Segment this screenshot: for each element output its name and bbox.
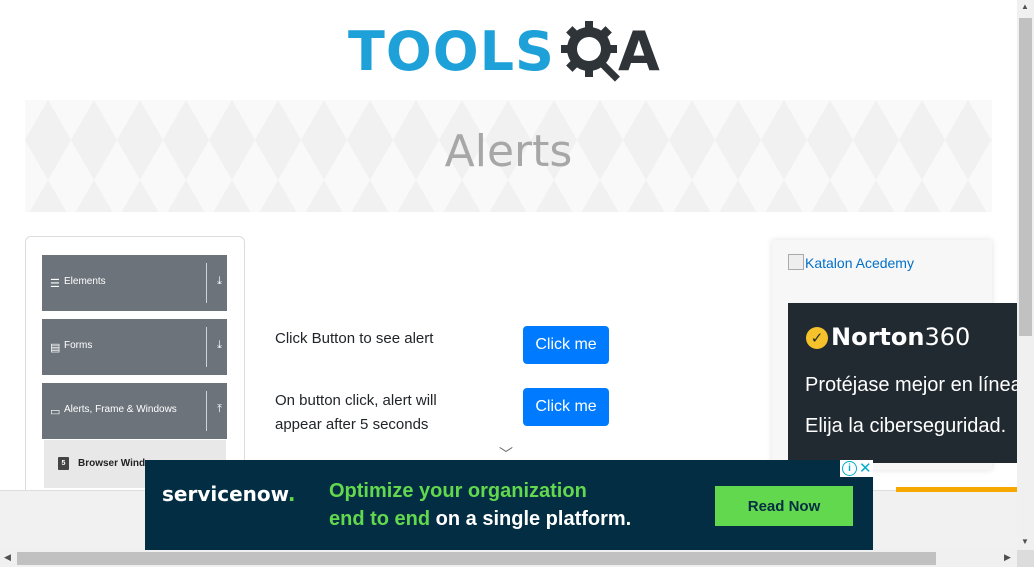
sidebar-group-label: Alerts, Frame & Windows [64,404,177,415]
page-title: Alerts [444,126,573,177]
close-icon[interactable]: ✕ [859,459,872,477]
form-icon: ▤ [50,342,61,354]
alert-button[interactable]: Click me [523,326,609,364]
katalon-ad-alt-text: Katalon Acedemy [805,255,914,271]
broken-image-icon [788,254,804,270]
norton-ad[interactable]: ✓ Norton360 Protéjase mejor en línea Elij… [788,303,1017,463]
horizontal-scrollbar[interactable]: ◀ ▶ [0,550,1017,567]
timer-alert-button[interactable]: Click me [523,388,609,426]
page-banner: Alerts [25,100,992,212]
html5-icon: 5 [58,457,69,470]
logo-a-text: A [618,20,660,83]
download-arrow-icon: ⤓ [217,339,222,351]
ad-info-icon[interactable]: i [842,461,857,476]
ad-choices-controls: i ✕ [840,460,873,477]
servicenow-logo: servicenow. [162,482,296,506]
scroll-right-icon[interactable]: ▶ [1004,552,1011,563]
scroll-up-icon[interactable]: ▲ [1021,2,1029,11]
sidebar-group-forms[interactable]: ▤ Forms ⤓ [42,319,227,375]
window-icon: ▭ [50,406,61,418]
servicenow-ad-line1: Optimize your organization [329,480,587,502]
alert-row-label: Click Button to see alert [275,330,434,347]
katalon-ad-link[interactable]: Katalon Acedemy [788,254,914,271]
download-arrow-icon: ⤓ [217,275,222,287]
upload-arrow-icon: ⤒ [217,403,222,415]
norton-ad-line1: Protéjase mejor en línea [805,374,1017,396]
logo-tools-text: TOOLS [348,20,555,83]
sidebar-group-label: Elements [64,276,106,287]
gear-magnifier-icon [561,21,620,82]
divider [206,391,207,431]
sidebar-group-elements[interactable]: ☰ Elements ⤓ [42,255,227,311]
divider [206,327,207,367]
read-now-button[interactable]: Read Now [715,486,853,526]
orange-accent-bar [896,487,1017,492]
servicenow-ad[interactable]: servicenow. Optimize your organization e… [145,460,873,550]
sidebar-group-alerts-frame-windows[interactable]: ▭ Alerts, Frame & Windows ⤒ [42,383,227,439]
checkmark-icon: ✓ [806,327,828,349]
timer-alert-row-label: On button click, alert will appear after… [275,392,437,433]
scroll-left-icon[interactable]: ◀ [4,552,11,563]
servicenow-ad-line2: end to end on a single platform. [329,508,632,530]
hamburger-icon: ☰ [50,278,60,290]
divider [206,263,207,303]
sidebar-group-label: Forms [64,340,93,351]
vertical-scroll-thumb[interactable] [1019,18,1032,336]
sidebar-menu: ☰ Elements ⤓ ▤ Forms ⤓ ▭ Alerts, Frame &… [25,236,245,498]
scroll-down-icon[interactable]: ▼ [1021,537,1029,546]
horizontal-scroll-thumb[interactable] [17,552,936,565]
norton-ad-line2: Elija la ciberseguridad. [805,415,1007,437]
vertical-scrollbar[interactable]: ▲ ▼ [1017,0,1034,550]
toolsqa-logo[interactable]: TOOLS A [348,14,673,92]
scrollbar-corner [1017,550,1034,567]
norton-logo: ✓ Norton360 [806,323,970,351]
